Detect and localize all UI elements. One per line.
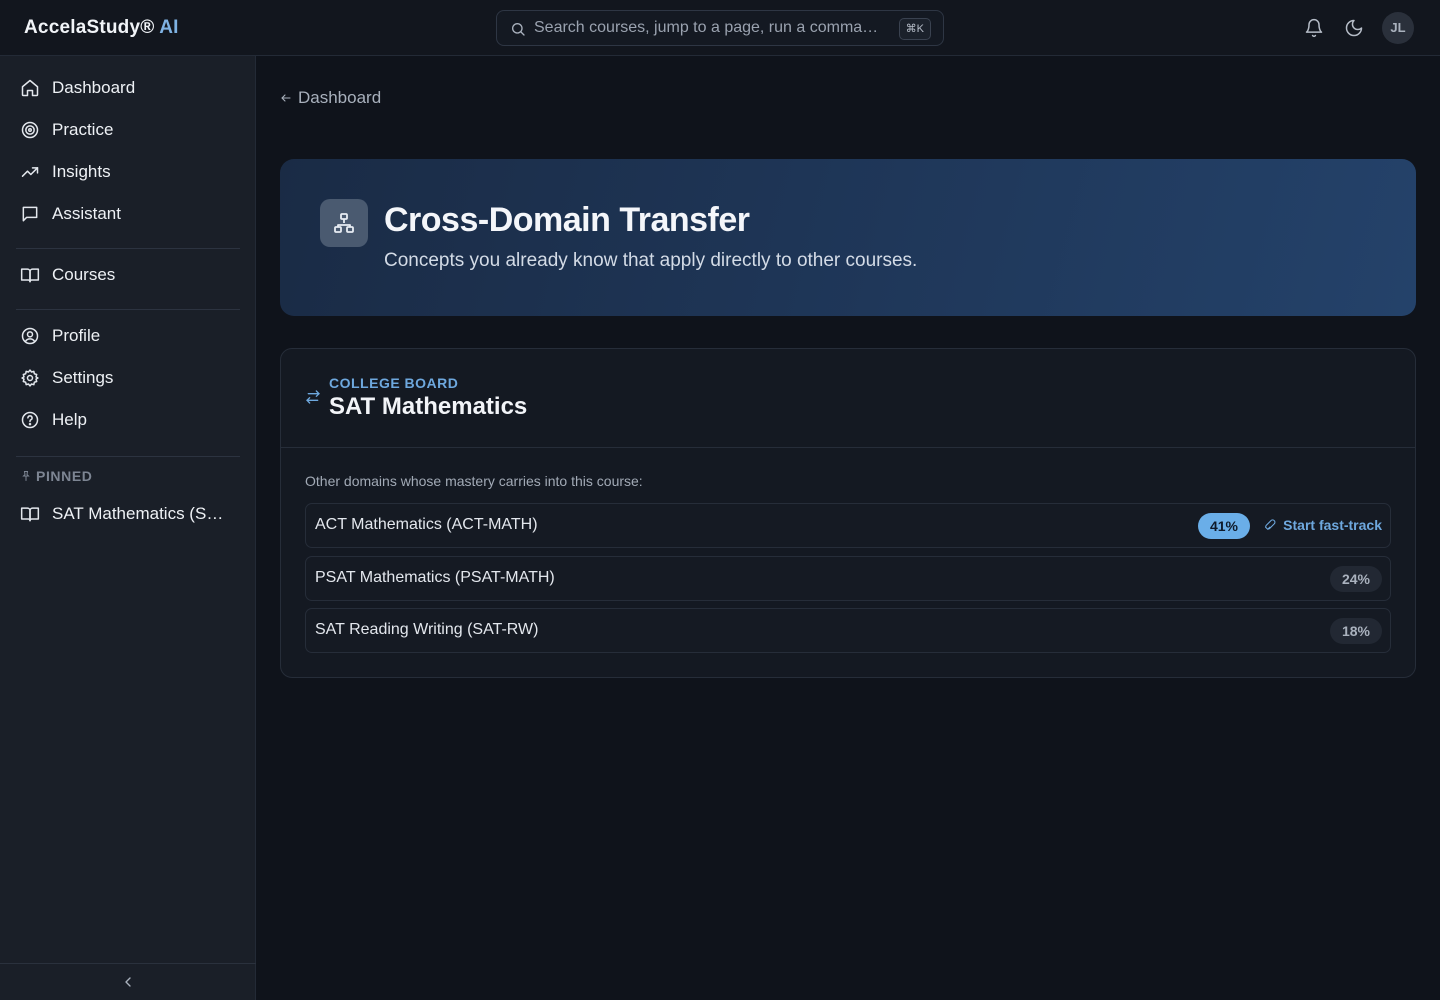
chevron-left-icon — [125, 977, 131, 987]
sidebar-divider — [16, 456, 240, 457]
book-icon — [20, 504, 40, 524]
sidebar: Dashboard Practice Insights Assistant Co… — [0, 56, 256, 1000]
sidebar-divider — [16, 248, 240, 249]
start-fast-track-button[interactable]: Start fast-track — [1265, 517, 1382, 533]
sidebar-item-label: Insights — [52, 162, 111, 181]
command-search[interactable]: ⌘K — [496, 10, 944, 46]
search-shortcut: ⌘K — [898, 18, 931, 40]
sidebar-item-label: Settings — [52, 368, 114, 387]
course-title: SAT Mathematics — [329, 393, 528, 420]
sidebar-item-label: Courses — [52, 265, 116, 284]
app-logo[interactable]: AccelaStudy® AI — [24, 17, 179, 39]
sidebar-item-settings[interactable]: Settings — [16, 360, 240, 396]
network-icon — [320, 199, 368, 247]
sidebar-item-label: Practice — [52, 120, 114, 139]
pinned-item-label: SAT Mathematics (SAT-MATH) — [52, 504, 232, 523]
course-transfer-card: COLLEGE BOARD SAT Mathematics Other doma… — [280, 348, 1416, 678]
transfer-intro-text: Other domains whose mastery carries into… — [305, 473, 643, 489]
transfer-row-psat-math[interactable]: PSAT Mathematics (PSAT-MATH) 24% — [305, 556, 1391, 601]
domain-name: ACT Mathematics (ACT-MATH) — [315, 516, 538, 533]
home-icon — [20, 78, 40, 98]
sidebar-item-profile[interactable]: Profile — [16, 318, 240, 354]
gear-icon — [20, 368, 40, 388]
sidebar-item-help[interactable]: Help — [16, 402, 240, 438]
page-header-banner: Cross-Domain Transfer Concepts you alrea… — [280, 159, 1416, 316]
bell-icon[interactable] — [1304, 18, 1324, 38]
target-icon — [20, 120, 40, 140]
arrow-left-icon — [281, 94, 291, 102]
page-subtitle: Concepts you already know that apply dir… — [384, 250, 918, 271]
pin-icon — [22, 471, 30, 481]
avatar[interactable]: JL — [1382, 12, 1414, 44]
course-provider: COLLEGE BOARD — [329, 375, 459, 391]
swap-arrows-icon — [306, 390, 320, 404]
transfer-row-sat-rw[interactable]: SAT Reading Writing (SAT-RW) 18% — [305, 608, 1391, 653]
sidebar-item-practice[interactable]: Practice — [16, 112, 240, 148]
sidebar-item-label: Dashboard — [52, 78, 136, 97]
sidebar-item-courses[interactable]: Courses — [16, 257, 240, 293]
transfer-percent-badge: 41% — [1197, 513, 1250, 539]
sidebar-divider — [16, 309, 240, 310]
transfer-row-act-math[interactable]: ACT Mathematics (ACT-MATH) 41% Start fas… — [305, 503, 1391, 548]
sidebar-item-dashboard[interactable]: Dashboard — [16, 70, 240, 106]
rocket-icon — [1265, 518, 1276, 530]
transfer-percent-badge: 24% — [1329, 566, 1382, 592]
pinned-label-text: PINNED — [36, 468, 93, 484]
brand-suffix: AI — [154, 17, 179, 38]
sidebar-item-insights[interactable]: Insights — [16, 154, 240, 190]
pinned-section-label: PINNED — [20, 468, 93, 484]
top-bar: AccelaStudy® AI ⌘K JL — [0, 0, 1440, 56]
help-icon — [20, 410, 40, 430]
card-header: COLLEGE BOARD SAT Mathematics — [281, 349, 1415, 448]
back-link-label: Dashboard — [298, 88, 382, 107]
sidebar-item-assistant[interactable]: Assistant — [16, 196, 240, 232]
domain-name: SAT Reading Writing (SAT-RW) — [315, 621, 539, 638]
sidebar-collapse-button[interactable] — [0, 963, 256, 1000]
back-to-dashboard-link[interactable]: Dashboard — [280, 88, 381, 108]
pinned-item-sat-math[interactable]: SAT Mathematics (SAT-MATH) — [16, 496, 240, 532]
fast-track-label: Start fast-track — [1283, 517, 1382, 533]
domain-name: PSAT Mathematics (PSAT-MATH) — [315, 569, 555, 586]
moon-icon[interactable] — [1344, 18, 1364, 38]
sidebar-item-label: Profile — [52, 326, 101, 345]
brand-name: AccelaStudy® — [24, 17, 155, 38]
search-input[interactable] — [534, 11, 884, 45]
user-circle-icon — [20, 326, 40, 346]
search-icon — [512, 23, 525, 36]
book-icon — [20, 265, 40, 285]
sidebar-item-label: Help — [52, 410, 87, 429]
trending-up-icon — [20, 162, 40, 182]
page-title: Cross-Domain Transfer — [384, 201, 750, 239]
transfer-percent-badge: 18% — [1329, 618, 1382, 644]
sidebar-item-label: Assistant — [52, 204, 121, 223]
chat-icon — [20, 204, 40, 224]
